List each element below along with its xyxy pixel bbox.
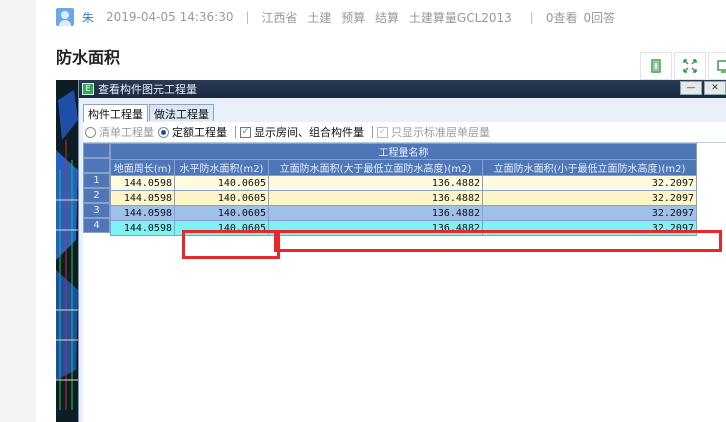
image-toolbar	[640, 52, 726, 80]
option-label: 显示房间、组合构件量	[254, 126, 364, 139]
table-cell[interactable]: 32.2097	[482, 190, 697, 206]
window-buttons: — ✕	[678, 81, 726, 95]
row-number[interactable]: 4	[83, 218, 110, 233]
tab-component-qty[interactable]: 构件工程量	[83, 104, 148, 122]
option-list-qty[interactable]: 清单工程量	[85, 124, 154, 140]
corner-cell	[83, 158, 110, 173]
table-cell[interactable]: 144.0598	[110, 175, 175, 191]
option-quota-qty[interactable]: 定额工程量	[158, 124, 227, 140]
column-header[interactable]: 水平防水面积(m2)	[174, 159, 269, 176]
column-header[interactable]: 地面周长(m)	[110, 159, 175, 176]
dialog-tabs: 构件工程量 做法工程量	[83, 104, 215, 122]
post-tags: 江西省 土建 预算 结算 土建算量GCL2013	[262, 9, 518, 26]
table-row[interactable]: 144.0598 140.0605 136.4882 32.2097	[110, 205, 697, 221]
avatar-icon[interactable]	[56, 8, 74, 26]
expand-icon[interactable]	[674, 52, 706, 80]
tag-budget[interactable]: 预算	[341, 11, 365, 25]
dialog-titlebar[interactable]: E 查看构件图元工程量 — ✕	[79, 80, 726, 98]
row-number[interactable]: 2	[83, 188, 110, 203]
option-std-floor[interactable]: ✓ 只显示标准层单层量	[377, 124, 490, 140]
highlight-box-row	[274, 230, 722, 252]
dialog-title: 查看构件图元工程量	[98, 83, 197, 96]
separator: |	[245, 10, 250, 24]
tag-software[interactable]: 土建算量GCL2013	[409, 11, 512, 25]
page-title: 防水面积	[56, 48, 121, 67]
minimize-icon[interactable]: —	[680, 81, 702, 95]
table-cell[interactable]: 144.0598	[110, 190, 175, 206]
dialog-body: 构件工程量 做法工程量 清单工程量 定额工程量 ✓ 显示房间、组合构件量 ✓ 只…	[79, 98, 726, 422]
highlight-box-cell	[182, 230, 280, 259]
view-count: 0查看	[545, 10, 578, 25]
table-cell[interactable]: 136.4882	[268, 190, 483, 206]
option-show-rooms[interactable]: ✓ 显示房间、组合构件量	[240, 124, 364, 140]
option-label: 清单工程量	[99, 126, 154, 139]
option-bar: 清单工程量 定额工程量 ✓ 显示房间、组合构件量 ✓ 只显示标准层单层量	[83, 122, 726, 142]
radio-quota-qty[interactable]	[158, 126, 169, 138]
post-meta: 朱 2019-04-05 14:36:30 | 江西省 土建 预算 结算 土建算…	[56, 6, 615, 28]
table-cell[interactable]: 136.4882	[268, 205, 483, 221]
checkbox-show-rooms[interactable]: ✓	[240, 126, 251, 138]
table-cell[interactable]: 140.0605	[174, 205, 269, 221]
column-header[interactable]: 立面防水面积(小于最低立面防水高度)(m2)	[482, 159, 697, 176]
table-row[interactable]: 144.0598 140.0605 136.4882 32.2097	[110, 190, 697, 206]
group-header: 工程量名称	[110, 143, 697, 160]
column-header[interactable]: 立面防水面积(大于最低立面防水高度)(m2)	[268, 159, 483, 176]
quantity-grid: 1 2 3 4 工程量名称 地面周长(m) 水平防水面积(m2) 立面防水面积(…	[83, 142, 726, 422]
user-name[interactable]: 朱	[82, 9, 94, 26]
restore-icon[interactable]	[640, 52, 672, 80]
option-label: 定额工程量	[172, 126, 227, 139]
table-cell[interactable]: 32.2097	[482, 205, 697, 221]
table-cell[interactable]: 144.0598	[110, 220, 175, 236]
quantity-table: 工程量名称 地面周长(m) 水平防水面积(m2) 立面防水面积(大于最低立面防水…	[110, 143, 697, 236]
row-header-column: 1 2 3 4	[83, 143, 110, 233]
close-icon[interactable]: ✕	[704, 81, 726, 95]
divider	[235, 126, 236, 138]
table-cell[interactable]: 32.2097	[482, 175, 697, 191]
radio-list-qty[interactable]	[85, 126, 96, 138]
corner-cell	[83, 143, 110, 158]
separator: |	[529, 10, 534, 24]
screenshot-image: E 查看构件图元工程量 — ✕ 构件工程量 做法工程量 清单工程量 定额工程量 …	[56, 80, 726, 422]
checkbox-std-floor[interactable]: ✓	[377, 126, 388, 138]
row-number[interactable]: 3	[83, 203, 110, 218]
table-cell[interactable]: 136.4882	[268, 175, 483, 191]
reply-count: 0回答	[583, 10, 616, 25]
tag-province[interactable]: 江西省	[262, 11, 298, 25]
table-cell[interactable]: 140.0605	[174, 175, 269, 191]
tab-method-qty[interactable]: 做法工程量	[149, 104, 214, 121]
row-number[interactable]: 1	[83, 173, 110, 188]
table-cell[interactable]: 140.0605	[174, 190, 269, 206]
table-row[interactable]: 144.0598 140.0605 136.4882 32.2097	[110, 175, 697, 191]
fullscreen-icon[interactable]	[708, 52, 726, 80]
left-gutter	[0, 0, 36, 422]
tag-settlement[interactable]: 结算	[375, 11, 399, 25]
tag-civil[interactable]: 土建	[307, 11, 331, 25]
option-label: 只显示标准层单层量	[391, 126, 490, 139]
post-datetime: 2019-04-05 14:36:30	[106, 10, 234, 24]
table-cell[interactable]: 144.0598	[110, 205, 175, 221]
divider	[372, 126, 373, 138]
app-icon: E	[82, 83, 94, 95]
page: 朱 2019-04-05 14:36:30 | 江西省 土建 预算 结算 土建算…	[0, 0, 726, 422]
